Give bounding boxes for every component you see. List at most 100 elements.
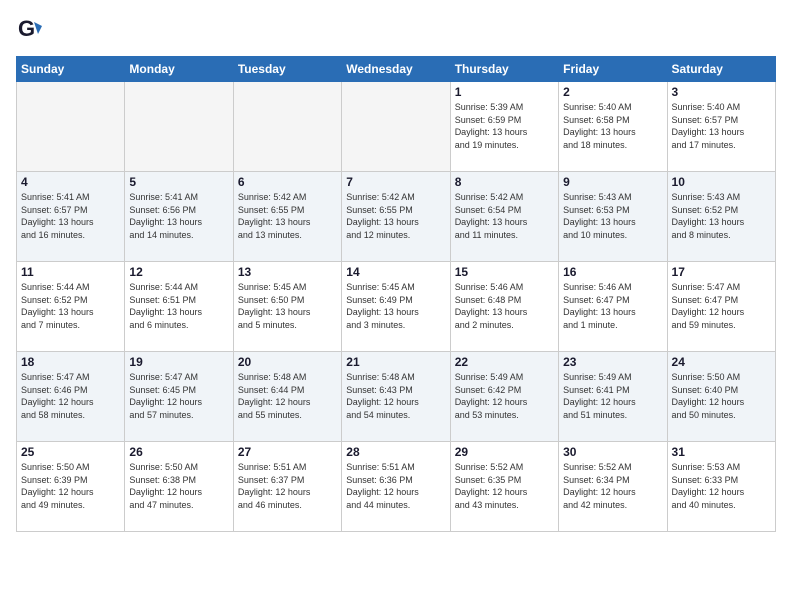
day-info: Sunrise: 5:51 AM Sunset: 6:36 PM Dayligh… (346, 461, 445, 511)
day-number: 16 (563, 265, 662, 279)
day-info: Sunrise: 5:48 AM Sunset: 6:43 PM Dayligh… (346, 371, 445, 421)
day-info: Sunrise: 5:47 AM Sunset: 6:46 PM Dayligh… (21, 371, 120, 421)
day-info: Sunrise: 5:44 AM Sunset: 6:52 PM Dayligh… (21, 281, 120, 331)
day-number: 4 (21, 175, 120, 189)
day-info: Sunrise: 5:46 AM Sunset: 6:48 PM Dayligh… (455, 281, 554, 331)
calendar-cell: 2 Sunrise: 5:40 AM Sunset: 6:58 PM Daylig… (559, 82, 667, 172)
week-row-5: 25 Sunrise: 5:50 AM Sunset: 6:39 PM Dayli… (17, 442, 776, 532)
day-info: Sunrise: 5:44 AM Sunset: 6:51 PM Dayligh… (129, 281, 228, 331)
calendar-cell (233, 82, 341, 172)
calendar-cell: 25 Sunrise: 5:50 AM Sunset: 6:39 PM Dayli… (17, 442, 125, 532)
day-info: Sunrise: 5:52 AM Sunset: 6:34 PM Dayligh… (563, 461, 662, 511)
calendar-cell (17, 82, 125, 172)
day-number: 11 (21, 265, 120, 279)
day-number: 23 (563, 355, 662, 369)
day-number: 31 (672, 445, 771, 459)
day-number: 3 (672, 85, 771, 99)
logo: G (16, 16, 48, 44)
day-info: Sunrise: 5:42 AM Sunset: 6:54 PM Dayligh… (455, 191, 554, 241)
weekday-header-tuesday: Tuesday (233, 57, 341, 82)
weekday-header-sunday: Sunday (17, 57, 125, 82)
day-number: 28 (346, 445, 445, 459)
calendar-cell: 18 Sunrise: 5:47 AM Sunset: 6:46 PM Dayli… (17, 352, 125, 442)
day-number: 9 (563, 175, 662, 189)
day-info: Sunrise: 5:40 AM Sunset: 6:58 PM Dayligh… (563, 101, 662, 151)
logo-icon: G (16, 16, 44, 44)
day-number: 18 (21, 355, 120, 369)
day-info: Sunrise: 5:45 AM Sunset: 6:49 PM Dayligh… (346, 281, 445, 331)
calendar-cell: 26 Sunrise: 5:50 AM Sunset: 6:38 PM Dayli… (125, 442, 233, 532)
day-number: 15 (455, 265, 554, 279)
calendar-cell: 12 Sunrise: 5:44 AM Sunset: 6:51 PM Dayli… (125, 262, 233, 352)
day-number: 12 (129, 265, 228, 279)
calendar-cell: 17Sunrise: 5:47 AM Sunset: 6:47 PM Dayli… (667, 262, 775, 352)
day-info: Sunrise: 5:50 AM Sunset: 6:40 PM Dayligh… (672, 371, 771, 421)
calendar-cell: 13 Sunrise: 5:45 AM Sunset: 6:50 PM Dayli… (233, 262, 341, 352)
calendar-cell: 20 Sunrise: 5:48 AM Sunset: 6:44 PM Dayli… (233, 352, 341, 442)
calendar-cell: 1 Sunrise: 5:39 AM Sunset: 6:59 PM Daylig… (450, 82, 558, 172)
weekday-header-thursday: Thursday (450, 57, 558, 82)
day-info: Sunrise: 5:42 AM Sunset: 6:55 PM Dayligh… (346, 191, 445, 241)
day-number: 8 (455, 175, 554, 189)
day-info: Sunrise: 5:45 AM Sunset: 6:50 PM Dayligh… (238, 281, 337, 331)
day-info: Sunrise: 5:43 AM Sunset: 6:53 PM Dayligh… (563, 191, 662, 241)
day-number: 21 (346, 355, 445, 369)
weekday-header-friday: Friday (559, 57, 667, 82)
day-info: Sunrise: 5:51 AM Sunset: 6:37 PM Dayligh… (238, 461, 337, 511)
week-row-4: 18 Sunrise: 5:47 AM Sunset: 6:46 PM Dayli… (17, 352, 776, 442)
page-header: G (16, 16, 776, 44)
calendar-cell (125, 82, 233, 172)
day-info: Sunrise: 5:40 AM Sunset: 6:57 PM Dayligh… (672, 101, 771, 151)
day-number: 20 (238, 355, 337, 369)
calendar-cell: 28 Sunrise: 5:51 AM Sunset: 6:36 PM Dayli… (342, 442, 450, 532)
calendar-cell: 24 Sunrise: 5:50 AM Sunset: 6:40 PM Dayli… (667, 352, 775, 442)
day-info: Sunrise: 5:48 AM Sunset: 6:44 PM Dayligh… (238, 371, 337, 421)
day-number: 13 (238, 265, 337, 279)
day-info: Sunrise: 5:52 AM Sunset: 6:35 PM Dayligh… (455, 461, 554, 511)
calendar-cell: 10Sunrise: 5:43 AM Sunset: 6:52 PM Dayli… (667, 172, 775, 262)
day-number: 14 (346, 265, 445, 279)
calendar-cell: 23Sunrise: 5:49 AM Sunset: 6:41 PM Dayli… (559, 352, 667, 442)
calendar-cell: 9 Sunrise: 5:43 AM Sunset: 6:53 PM Daylig… (559, 172, 667, 262)
day-number: 7 (346, 175, 445, 189)
day-info: Sunrise: 5:43 AM Sunset: 6:52 PM Dayligh… (672, 191, 771, 241)
calendar-cell (342, 82, 450, 172)
day-info: Sunrise: 5:46 AM Sunset: 6:47 PM Dayligh… (563, 281, 662, 331)
calendar-cell: 6 Sunrise: 5:42 AM Sunset: 6:55 PM Daylig… (233, 172, 341, 262)
weekday-header-wednesday: Wednesday (342, 57, 450, 82)
day-info: Sunrise: 5:39 AM Sunset: 6:59 PM Dayligh… (455, 101, 554, 151)
day-number: 5 (129, 175, 228, 189)
calendar-cell: 14 Sunrise: 5:45 AM Sunset: 6:49 PM Dayli… (342, 262, 450, 352)
day-number: 17 (672, 265, 771, 279)
day-info: Sunrise: 5:47 AM Sunset: 6:45 PM Dayligh… (129, 371, 228, 421)
calendar-cell: 19 Sunrise: 5:47 AM Sunset: 6:45 PM Dayli… (125, 352, 233, 442)
weekday-header-monday: Monday (125, 57, 233, 82)
day-info: Sunrise: 5:41 AM Sunset: 6:57 PM Dayligh… (21, 191, 120, 241)
day-number: 24 (672, 355, 771, 369)
day-number: 26 (129, 445, 228, 459)
day-info: Sunrise: 5:50 AM Sunset: 6:38 PM Dayligh… (129, 461, 228, 511)
calendar-cell: 29Sunrise: 5:52 AM Sunset: 6:35 PM Dayli… (450, 442, 558, 532)
calendar-cell: 8 Sunrise: 5:42 AM Sunset: 6:54 PM Daylig… (450, 172, 558, 262)
day-number: 1 (455, 85, 554, 99)
calendar-cell: 31 Sunrise: 5:53 AM Sunset: 6:33 PM Dayli… (667, 442, 775, 532)
calendar-cell: 21 Sunrise: 5:48 AM Sunset: 6:43 PM Dayli… (342, 352, 450, 442)
week-row-3: 11 Sunrise: 5:44 AM Sunset: 6:52 PM Dayli… (17, 262, 776, 352)
day-number: 30 (563, 445, 662, 459)
day-number: 19 (129, 355, 228, 369)
day-info: Sunrise: 5:53 AM Sunset: 6:33 PM Dayligh… (672, 461, 771, 511)
day-info: Sunrise: 5:50 AM Sunset: 6:39 PM Dayligh… (21, 461, 120, 511)
weekday-header-row: SundayMondayTuesdayWednesdayThursdayFrid… (17, 57, 776, 82)
calendar-cell: 4 Sunrise: 5:41 AM Sunset: 6:57 PM Daylig… (17, 172, 125, 262)
day-info: Sunrise: 5:42 AM Sunset: 6:55 PM Dayligh… (238, 191, 337, 241)
weekday-header-saturday: Saturday (667, 57, 775, 82)
calendar-cell: 5Sunrise: 5:41 AM Sunset: 6:56 PM Daylig… (125, 172, 233, 262)
calendar-cell: 7 Sunrise: 5:42 AM Sunset: 6:55 PM Daylig… (342, 172, 450, 262)
day-number: 22 (455, 355, 554, 369)
calendar-cell: 30 Sunrise: 5:52 AM Sunset: 6:34 PM Dayli… (559, 442, 667, 532)
calendar-cell: 11 Sunrise: 5:44 AM Sunset: 6:52 PM Dayli… (17, 262, 125, 352)
day-info: Sunrise: 5:49 AM Sunset: 6:42 PM Dayligh… (455, 371, 554, 421)
day-number: 25 (21, 445, 120, 459)
day-number: 6 (238, 175, 337, 189)
day-number: 2 (563, 85, 662, 99)
